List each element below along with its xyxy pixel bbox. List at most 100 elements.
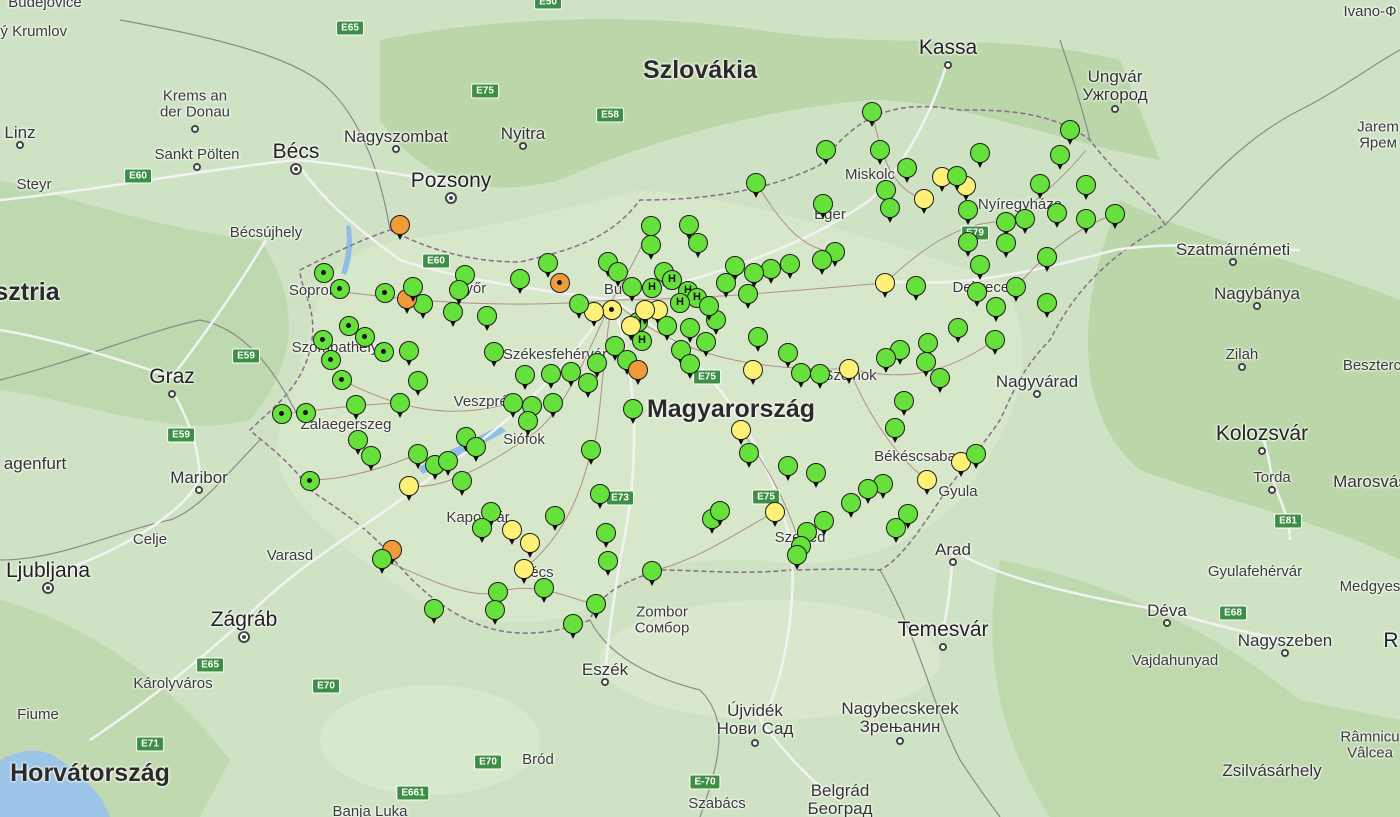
station-marker-green[interactable]: [778, 456, 798, 481]
station-marker-green[interactable]: [791, 363, 811, 388]
station-marker-green[interactable]: [355, 327, 375, 347]
station-marker-green[interactable]: [744, 263, 764, 288]
station-marker-green[interactable]: [361, 446, 381, 471]
station-marker-green[interactable]: [880, 198, 900, 223]
station-marker-green[interactable]: [466, 437, 486, 462]
station-marker-green[interactable]: [623, 399, 643, 424]
station-marker-orange[interactable]: [628, 360, 648, 385]
station-marker-orange[interactable]: [550, 273, 570, 293]
station-marker-yellow[interactable]: [875, 273, 895, 298]
station-marker-green[interactable]: [518, 411, 538, 436]
station-marker-yellow[interactable]: [743, 360, 763, 385]
station-marker-green[interactable]: [657, 316, 677, 341]
station-marker-green[interactable]: [778, 343, 798, 368]
station-marker-green[interactable]: [1076, 209, 1096, 234]
station-marker-green[interactable]: [569, 294, 589, 319]
station-marker-green[interactable]: [641, 235, 661, 260]
station-marker-green[interactable]: [488, 582, 508, 607]
station-marker-green[interactable]: [598, 551, 618, 576]
station-marker-green[interactable]: [485, 600, 505, 625]
station-marker-green[interactable]: [780, 254, 800, 279]
station-marker-green[interactable]: [1030, 174, 1050, 199]
station-marker-green[interactable]: [375, 283, 395, 303]
station-marker-green[interactable]: [314, 263, 334, 283]
station-marker-green[interactable]: [816, 140, 836, 165]
station-marker-green[interactable]: [1037, 293, 1057, 318]
station-marker-green[interactable]: [970, 255, 990, 280]
station-marker-green[interactable]: [374, 342, 394, 362]
station-marker-green[interactable]: [443, 302, 463, 327]
station-marker-yellow[interactable]: [399, 476, 419, 501]
station-marker-green[interactable]: [862, 102, 882, 127]
station-marker-green[interactable]: [545, 506, 565, 531]
station-marker-green[interactable]: [680, 318, 700, 343]
station-marker-green[interactable]: [399, 341, 419, 366]
station-marker-green[interactable]: [424, 599, 444, 624]
station-marker-green[interactable]: [787, 545, 807, 570]
station-marker-green[interactable]: [1076, 175, 1096, 200]
station-marker-green[interactable]: [680, 354, 700, 379]
station-marker-green[interactable]: [641, 216, 661, 241]
station-marker-green[interactable]: [967, 282, 987, 307]
station-marker-yellow[interactable]: [502, 520, 522, 545]
station-marker-orange[interactable]: [390, 215, 410, 240]
station-marker-yellow[interactable]: [520, 533, 540, 558]
station-marker-green[interactable]: [716, 273, 736, 298]
station-marker-yellow[interactable]: [514, 559, 534, 584]
station-marker-green[interactable]: [806, 463, 826, 488]
station-marker-green[interactable]: [561, 362, 581, 387]
station-marker-green[interactable]: [332, 370, 352, 390]
station-marker-green[interactable]: [1015, 209, 1035, 234]
station-marker-green[interactable]: [996, 212, 1016, 237]
station-marker-green[interactable]: [699, 296, 719, 321]
station-marker-yellow[interactable]: [917, 470, 937, 495]
station-marker-green[interactable]: [438, 451, 458, 476]
station-marker-green[interactable]: [590, 484, 610, 509]
station-marker-green[interactable]: [810, 364, 830, 389]
station-marker-green[interactable]: [710, 501, 730, 526]
station-marker-green[interactable]: [986, 297, 1006, 322]
station-marker-green[interactable]: [1047, 203, 1067, 228]
station-marker-yellow[interactable]: [621, 316, 641, 341]
station-marker-green[interactable]: [970, 143, 990, 168]
station-marker-green[interactable]: [449, 280, 469, 305]
station-marker-green[interactable]: [1105, 204, 1125, 229]
station-marker-green[interactable]: [515, 365, 535, 390]
station-marker-green[interactable]: [746, 173, 766, 198]
station-marker-green[interactable]: [452, 471, 472, 496]
station-marker-green[interactable]: [372, 549, 392, 574]
station-marker-green[interactable]: [563, 614, 583, 639]
station-marker-green[interactable]: [408, 371, 428, 396]
station-marker-green[interactable]: [841, 493, 861, 518]
station-marker-green[interactable]: [390, 393, 410, 418]
station-marker-green[interactable]: [534, 578, 554, 603]
station-marker-green[interactable]: [321, 350, 341, 370]
station-marker-green[interactable]: [966, 444, 986, 469]
station-marker-green[interactable]: [679, 215, 699, 240]
station-marker-green[interactable]: [812, 250, 832, 275]
station-marker-green[interactable]: [985, 330, 1005, 355]
station-marker-green[interactable]: [813, 194, 833, 219]
station-marker-green[interactable]: [738, 284, 758, 309]
station-marker-green[interactable]: [300, 471, 320, 491]
station-marker-green[interactable]: [886, 518, 906, 543]
station-marker-green[interactable]: [296, 403, 316, 423]
station-marker-yellow[interactable]: [602, 300, 622, 320]
station-marker-yellow[interactable]: [731, 420, 751, 445]
station-marker-green[interactable]: [748, 327, 768, 352]
station-marker-green[interactable]: [930, 368, 950, 393]
station-marker-green[interactable]: [581, 440, 601, 465]
station-marker-green[interactable]: [642, 278, 662, 298]
station-marker-green[interactable]: [477, 306, 497, 331]
station-marker-green[interactable]: [541, 364, 561, 389]
station-marker-green[interactable]: [876, 348, 896, 373]
station-marker-green[interactable]: [739, 443, 759, 468]
station-marker-green[interactable]: [996, 233, 1016, 258]
station-marker-yellow[interactable]: [914, 189, 934, 214]
map-view[interactable]: Szlovákia Magyarország Horvátország sztria B…: [0, 0, 1400, 817]
station-marker-green[interactable]: [670, 293, 690, 313]
station-marker-green[interactable]: [906, 276, 926, 301]
station-marker-green[interactable]: [1060, 120, 1080, 145]
station-marker-green[interactable]: [596, 523, 616, 548]
station-marker-green[interactable]: [814, 511, 834, 536]
